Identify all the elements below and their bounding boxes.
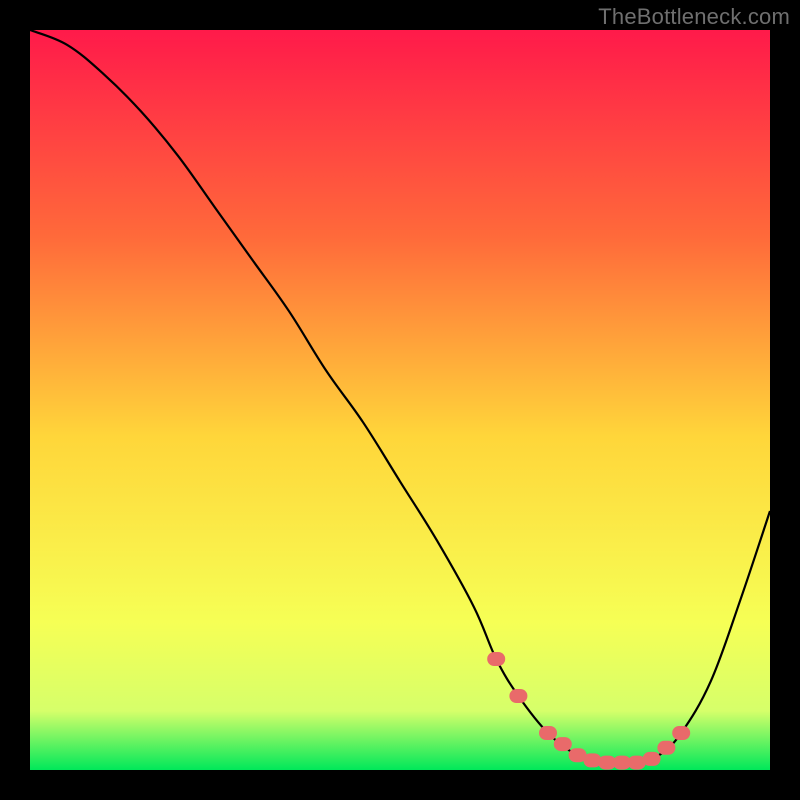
- highlight-marker: [672, 726, 690, 740]
- chart-frame: TheBottleneck.com: [0, 0, 800, 800]
- highlight-marker: [643, 752, 661, 766]
- watermark-text: TheBottleneck.com: [598, 4, 790, 30]
- gradient-background: [30, 30, 770, 770]
- highlight-marker: [657, 741, 675, 755]
- plot-area: [30, 30, 770, 770]
- highlight-marker: [539, 726, 557, 740]
- highlight-marker: [487, 652, 505, 666]
- chart-svg: [30, 30, 770, 770]
- highlight-marker: [554, 737, 572, 751]
- highlight-marker: [509, 689, 527, 703]
